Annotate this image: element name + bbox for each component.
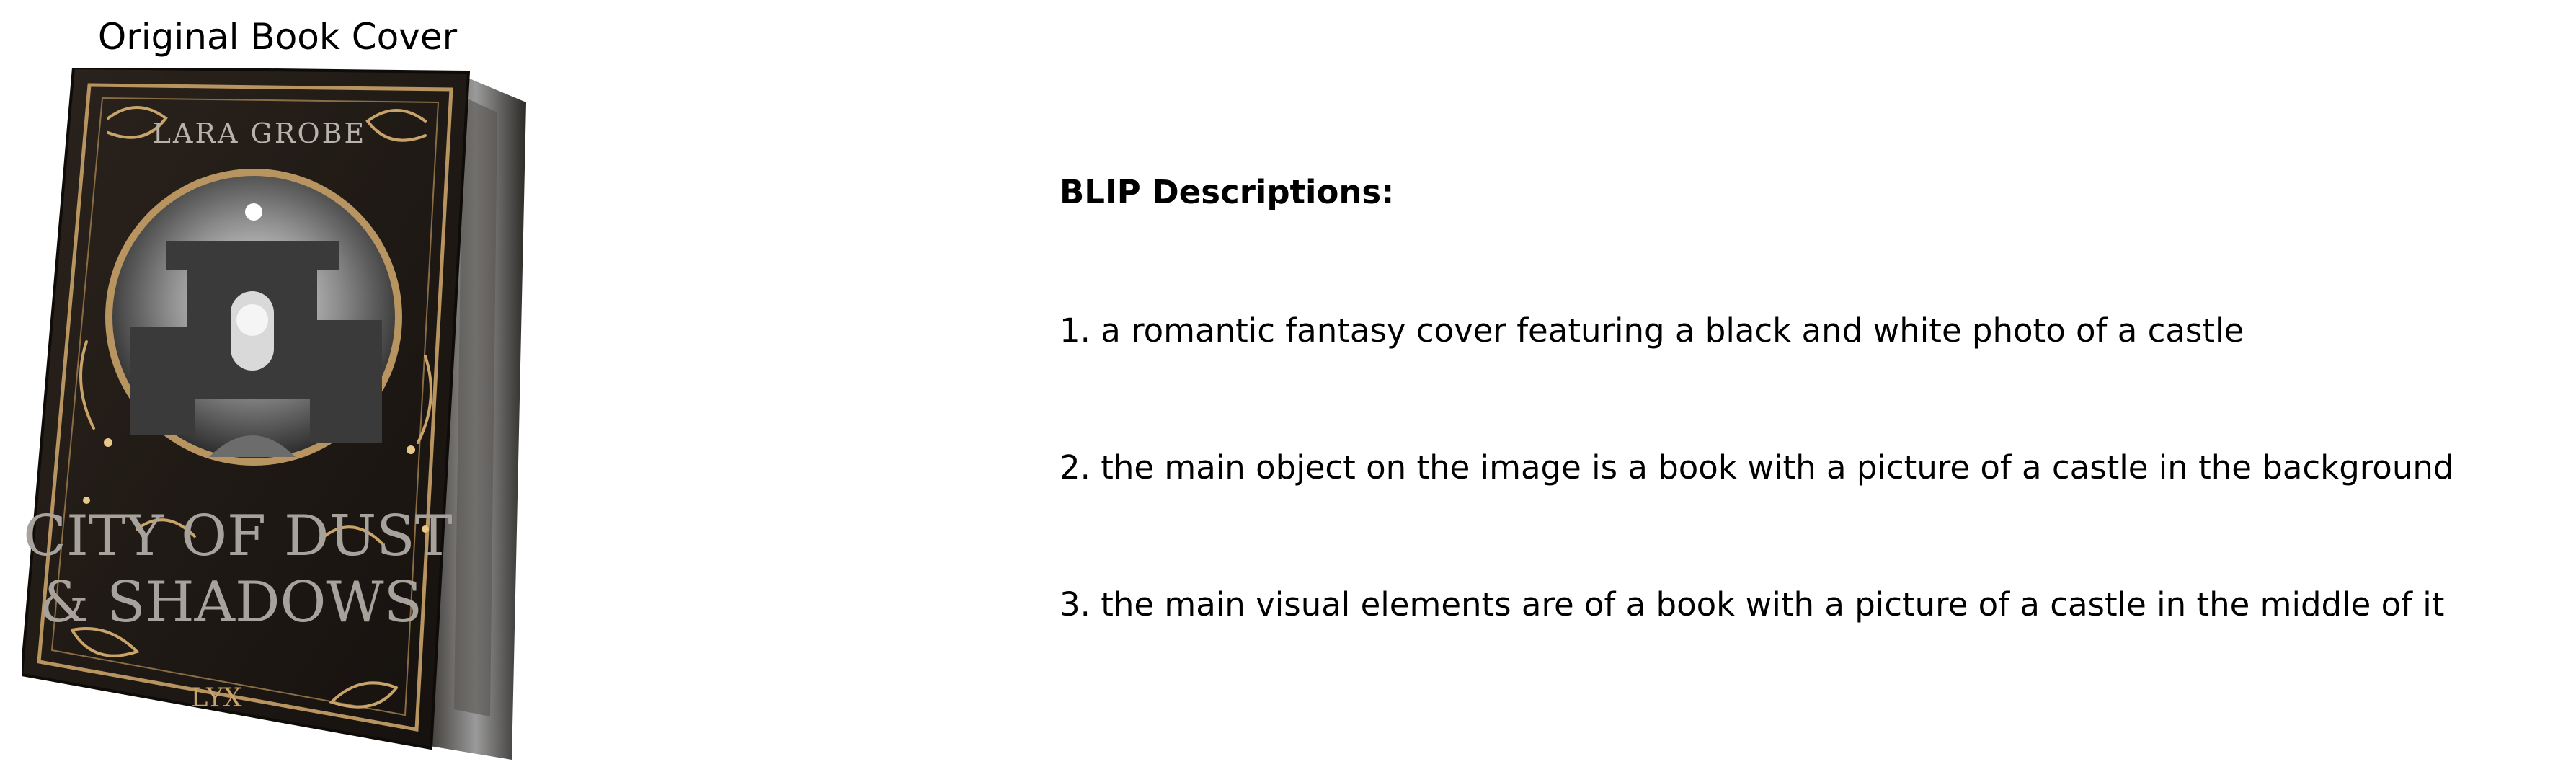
book-publisher-text: LYX (191, 683, 242, 713)
panel-title: Original Book Cover (97, 16, 458, 58)
description-item: 1. a romantic fantasy cover featuring a … (1060, 311, 2244, 350)
book-title-line-1: CITY OF DUST (23, 504, 452, 569)
book-title-line-2: & SHADOWS (39, 570, 422, 635)
description-item: 2. the main object on the image is a boo… (1060, 448, 2454, 487)
description-item: 3. the main visual elements are of a boo… (1060, 585, 2445, 624)
book-cover-image: LARA GROBE CITY OF DUST & SHADOWS LYX (22, 68, 541, 760)
descriptions-heading: BLIP Descriptions: (1060, 173, 1395, 211)
book-author-text: LARA GROBE (153, 117, 367, 149)
